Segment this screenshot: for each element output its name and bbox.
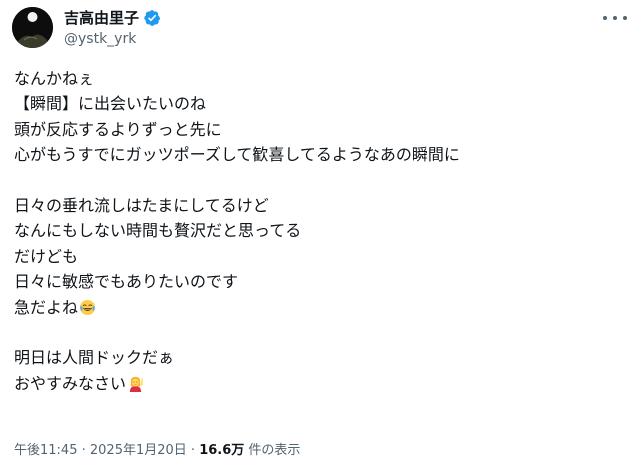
tweet-line-text: おやすみなさい — [14, 373, 127, 393]
more-dot — [613, 16, 617, 20]
avatar[interactable] — [12, 7, 53, 48]
tweet-meta: 午後11:45 · 2025年1月20日 · 16.6万 件の表示 — [14, 442, 300, 460]
tweet-card: 吉高由里子 @ystk_yrk なんかねぇ 【瞬間】に出会いたいのね 頭が反応す… — [0, 0, 640, 465]
author-name-row[interactable]: 吉高由里子 — [64, 8, 161, 28]
tweet-line: 日々に敏感でもありたいのです — [14, 272, 239, 292]
views-label: 件の表示 — [244, 443, 301, 458]
face-with-tears-of-joy-emoji — [79, 299, 96, 315]
tweet-line: 明日は人間ドックだぁ — [14, 348, 175, 368]
tweet-text: なんかねぇ 【瞬間】に出会いたいのね 頭が反応するよりずっと先に 心がもうすでに… — [14, 66, 624, 396]
tweet-line: 日々の垂れ流しはたまにしてるけど — [14, 195, 269, 215]
tweet-line: 【瞬間】に出会いたいのね — [14, 94, 207, 114]
more-options-icon[interactable] — [603, 10, 627, 26]
tweet-line: なんかねぇ — [14, 69, 95, 88]
person-raising-hand-emoji — [129, 376, 143, 392]
meta-separator: · — [186, 443, 200, 458]
more-dot — [623, 16, 627, 20]
tweet-line: だけども — [14, 246, 79, 266]
more-dot — [603, 16, 607, 20]
tweet-line-with-emoji: おやすみなさい — [14, 371, 624, 396]
tweet-time[interactable]: 午後11:45 — [14, 443, 77, 458]
tweet-line: なんにもしない時間も贅沢だと思ってる — [14, 221, 302, 241]
tweet-line-with-emoji: 急だよね — [14, 295, 624, 320]
tweet-line: 心がもうすでにガッツポーズして歓喜してるようなあの瞬間に — [14, 145, 460, 165]
tweet-line-text: 急だよね — [14, 297, 79, 317]
views-count[interactable]: 16.6万 — [199, 443, 244, 458]
verified-badge-icon — [144, 10, 161, 26]
author-name[interactable]: 吉高由里子 — [64, 8, 139, 28]
tweet-date[interactable]: 2025年1月20日 — [90, 443, 187, 458]
author-handle[interactable]: @ystk_yrk — [64, 30, 136, 48]
tweet-line: 頭が反応するよりずっと先に — [14, 119, 222, 139]
avatar-image — [12, 7, 53, 48]
meta-separator: · — [77, 443, 90, 458]
